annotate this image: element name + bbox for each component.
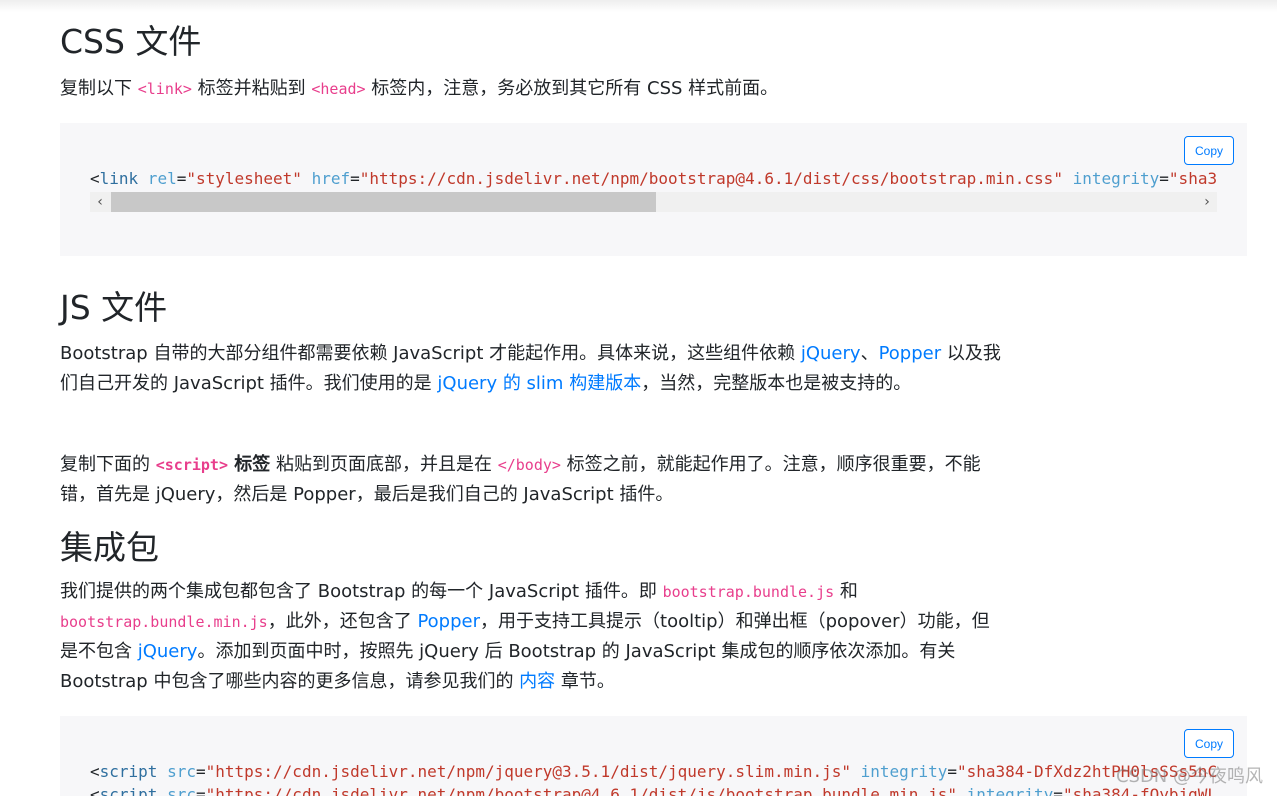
bundle-section-title: 集成包 [60, 528, 159, 567]
horizontal-scrollbar[interactable]: ‹ › [90, 192, 1217, 212]
bold-text: 标签 [227, 454, 271, 475]
inline-code-body: </body> [497, 456, 561, 474]
text-span: 复制以下 [60, 78, 138, 99]
popper-link[interactable]: Popper [879, 343, 942, 364]
code-attr: src [157, 762, 196, 781]
inline-code-bundle-js: bootstrap.bundle.js [662, 583, 835, 601]
css-section-title: CSS 文件 [60, 22, 202, 61]
copy-button[interactable]: Copy [1184, 729, 1234, 758]
code-attr: href [301, 169, 351, 188]
css-link-code-line[interactable]: <link rel="stylesheet" href="https://cdn… [90, 168, 1217, 190]
inline-code-script: <script> [155, 456, 228, 474]
code-punct: = [1159, 169, 1169, 188]
code-punct: = [350, 169, 360, 188]
js-section-title: JS 文件 [60, 288, 168, 327]
text-span: 我们提供的两个集成包都包含了 Bootstrap 的每一个 JavaScript… [60, 581, 663, 602]
css-section-description: 复制以下 <link> 标签并粘贴到 <head> 标签内，注意，务必放到其它所… [60, 74, 1005, 104]
code-string: "https://cdn.jsdelivr.net/npm/bootstrap@… [205, 785, 957, 796]
text-span: 、 [860, 343, 879, 364]
bundle-code-block: Copy <script src="https://cdn.jsdelivr.n… [60, 716, 1247, 796]
code-punct: < [90, 169, 100, 188]
jquery-slim-link[interactable]: jQuery 的 slim 构建版本 [437, 373, 641, 394]
top-shadow [0, 0, 1277, 12]
text-span: 和 [834, 581, 858, 602]
bootstrap-script-code-line[interactable]: <script src="https://cdn.jsdelivr.net/np… [90, 784, 1217, 796]
inline-code-link: <link> [137, 80, 192, 98]
text-span: 标签内，注意，务必放到其它所有 CSS 样式前面。 [365, 78, 779, 99]
scroll-right-arrow-icon[interactable]: › [1197, 192, 1217, 212]
js-section-paragraph-2: 复制下面的 <script> 标签 粘贴到页面底部，并且是在 </body> 标… [60, 450, 1005, 510]
code-string: "https://cdn.jsdelivr.net/npm/bootstrap@… [359, 169, 1063, 188]
copy-button[interactable]: Copy [1184, 136, 1234, 165]
jquery-link[interactable]: jQuery [138, 641, 198, 662]
text-span: 粘贴到页面底部，并且是在 [270, 454, 498, 475]
page: CSS 文件 复制以下 <link> 标签并粘贴到 <head> 标签内，注意，… [0, 0, 1277, 796]
text-span: Bootstrap 自带的大部分组件都需要依赖 JavaScript 才能起作用… [60, 343, 801, 364]
code-string: "sha3 [1168, 169, 1217, 188]
scrollbar-thumb[interactable] [111, 192, 656, 212]
popper-link[interactable]: Popper [417, 611, 480, 632]
text-span: 章节。 [555, 671, 615, 692]
jquery-link[interactable]: jQuery [801, 343, 861, 364]
code-attr: integrity [1062, 169, 1160, 188]
code-punct: = [176, 169, 187, 188]
scroll-left-arrow-icon[interactable]: ‹ [90, 192, 110, 212]
code-punct: < [90, 785, 100, 796]
inline-code-head: <head> [311, 80, 366, 98]
code-tag: script [99, 785, 158, 796]
code-punct: = [1053, 785, 1063, 796]
text-span: ，当然，完整版本也是被支持的。 [641, 373, 912, 394]
code-attr: rel [138, 169, 177, 188]
bundle-section-paragraph: 我们提供的两个集成包都包含了 Bootstrap 的每一个 JavaScript… [60, 577, 1005, 697]
code-string: "https://cdn.jsdelivr.net/npm/jquery@3.5… [205, 762, 852, 781]
text-span: 复制下面的 [60, 454, 156, 475]
code-tag: script [99, 762, 158, 781]
js-section-paragraph-1: Bootstrap 自带的大部分组件都需要依赖 JavaScript 才能起作用… [60, 339, 1005, 399]
code-punct: < [90, 762, 100, 781]
contents-link[interactable]: 内容 [519, 671, 555, 692]
code-punct: = [947, 762, 957, 781]
jquery-script-code-line[interactable]: <script src="https://cdn.jsdelivr.net/np… [90, 761, 1217, 783]
code-string: "stylesheet" [186, 169, 302, 188]
text-span: ，此外，还包含了 [267, 611, 418, 632]
code-punct: = [195, 762, 206, 781]
code-attr: src [157, 785, 196, 796]
code-punct: = [195, 785, 206, 796]
code-tag: link [99, 169, 139, 188]
csdn-watermark: CSDN @今夜鸣风 [1115, 766, 1263, 787]
code-attr: integrity [956, 785, 1054, 796]
inline-code-bundle-min-js: bootstrap.bundle.min.js [60, 613, 268, 631]
css-code-block: Copy <link rel="stylesheet" href="https:… [60, 123, 1247, 256]
text-span: 标签并粘贴到 [191, 78, 312, 99]
code-attr: integrity [851, 762, 948, 781]
